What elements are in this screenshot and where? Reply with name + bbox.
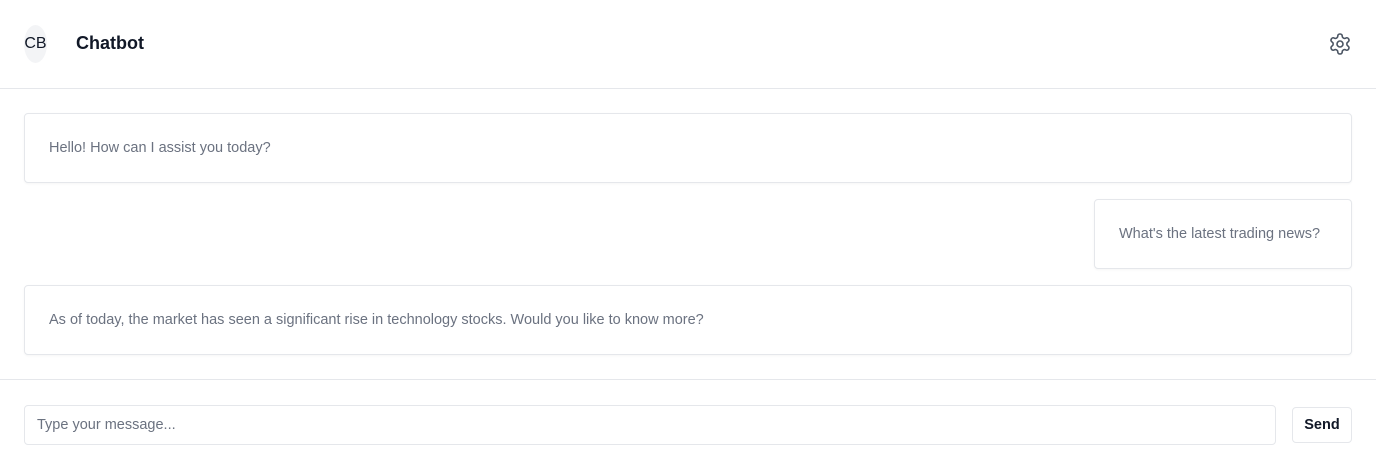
message-text: As of today, the market has seen a signi… xyxy=(49,312,704,328)
message-text: What's the latest trading news? xyxy=(1119,226,1321,242)
avatar: CB xyxy=(24,25,47,63)
settings-button[interactable] xyxy=(1327,31,1353,57)
gear-icon xyxy=(1330,33,1350,55)
message-composer: Send xyxy=(0,379,1376,468)
message-input[interactable] xyxy=(24,405,1276,445)
bot-message: As of today, the market has seen a signi… xyxy=(24,285,1352,355)
message-text: Hello! How can I assist you today? xyxy=(49,140,271,156)
user-message: What's the latest trading news? xyxy=(1094,199,1352,269)
send-button[interactable]: Send xyxy=(1292,407,1352,443)
bot-message: Hello! How can I assist you today? xyxy=(24,113,1352,183)
chat-header: CB Chatbot xyxy=(0,0,1376,89)
chat-app: CB Chatbot Hello! How can I assist you t… xyxy=(0,0,1376,468)
message-list: Hello! How can I assist you today? What'… xyxy=(0,90,1376,380)
page-title: Chatbot xyxy=(76,33,144,53)
avatar-initials: CB xyxy=(24,35,47,52)
